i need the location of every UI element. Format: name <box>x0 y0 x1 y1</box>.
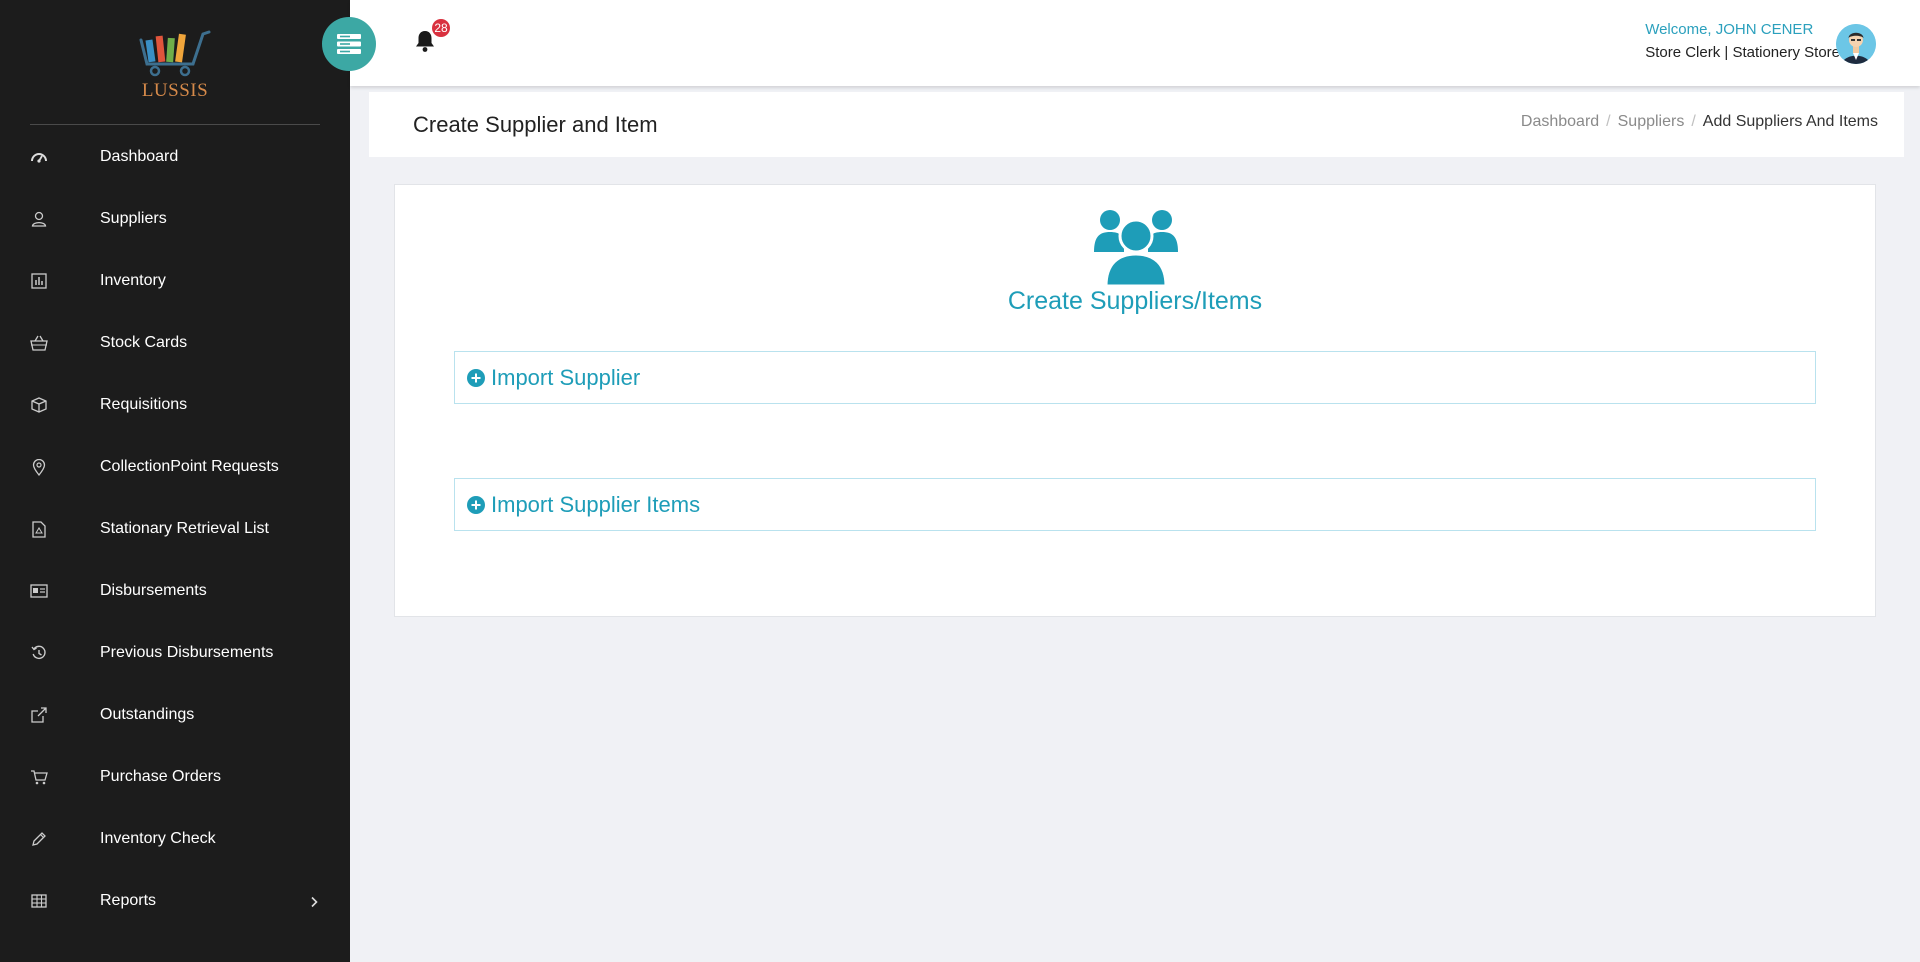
notification-count-badge: 28 <box>432 19 450 37</box>
import-supplier-panel[interactable]: Import Supplier <box>454 351 1816 404</box>
box-icon <box>30 396 48 414</box>
breadcrumb-separator: / <box>1691 113 1696 130</box>
import-supplier-label: Import Supplier <box>491 364 641 390</box>
sidebar-item-inventory-check[interactable]: Inventory Check <box>0 808 350 870</box>
external-link-icon <box>30 706 48 724</box>
logo-text: LUSSIS <box>141 80 209 101</box>
breadcrumb-separator: / <box>1606 113 1611 130</box>
users-group-icon <box>1094 208 1178 288</box>
sidebar-item-suppliers[interactable]: Suppliers <box>0 188 350 250</box>
breadcrumb-current: Add Suppliers And Items <box>1702 113 1878 130</box>
chart-box-icon <box>30 272 48 290</box>
sidebar-item-requisitions[interactable]: Requisitions <box>0 374 350 436</box>
sidebar-item-stationary-retrieval-list[interactable]: Stationary Retrieval List <box>0 498 350 560</box>
sidebar: LUSSIS Dashboard Suppliers Inventory Sto… <box>0 0 350 962</box>
table-icon <box>30 892 48 910</box>
history-icon <box>30 644 48 662</box>
sidebar-item-label: CollectionPoint Requests <box>100 458 279 475</box>
sidebar-item-label: Previous Disbursements <box>100 644 274 661</box>
sidebar-item-label: Inventory <box>100 272 166 289</box>
sidebar-divider <box>30 124 320 125</box>
plus-circle-icon <box>467 368 485 387</box>
chevron-right-icon[interactable] <box>308 895 320 908</box>
pencil-icon <box>30 830 48 848</box>
sidebar-item-purchase-orders[interactable]: Purchase Orders <box>0 746 350 808</box>
sidebar-item-disbursements[interactable]: Disbursements <box>0 560 350 622</box>
breadcrumb: Dashboard / Suppliers / Add Suppliers An… <box>1521 113 1878 131</box>
breadcrumb-dashboard[interactable]: Dashboard <box>1521 113 1599 131</box>
sidebar-item-previous-disbursements[interactable]: Previous Disbursements <box>0 622 350 684</box>
cart-icon <box>30 768 48 786</box>
import-supplier-items-label: Import Supplier Items <box>491 491 701 517</box>
breadcrumb-suppliers[interactable]: Suppliers <box>1618 113 1685 131</box>
cart-logo-icon <box>139 30 211 77</box>
user-welcome: Welcome, JOHN CENER Store Clerk | Statio… <box>1645 21 1840 61</box>
sidebar-item-label: Inventory Check <box>100 830 216 847</box>
welcome-text: Welcome, JOHN CENER <box>1645 21 1814 38</box>
sidebar-item-collectionpoint-requests[interactable]: CollectionPoint Requests <box>0 436 350 498</box>
sidebar-item-label: Stationary Retrieval List <box>100 520 269 537</box>
sidebar-item-stock-cards[interactable]: Stock Cards <box>0 312 350 374</box>
pdf-file-icon <box>30 520 48 538</box>
sidebar-item-label: Outstandings <box>100 706 195 723</box>
import-supplier-items-panel[interactable]: Import Supplier Items <box>454 478 1816 531</box>
sidebar-item-label: Stock Cards <box>100 334 188 351</box>
sidebar-item-label: Dashboard <box>100 148 179 165</box>
page-header: Create Supplier and Item Dashboard / Sup… <box>369 92 1904 157</box>
sidebar-item-inventory[interactable]: Inventory <box>0 250 350 312</box>
logo[interactable]: LUSSIS <box>130 28 220 110</box>
sidebar-item-label: Reports <box>100 892 157 909</box>
sidebar-item-label: Purchase Orders <box>100 768 221 785</box>
sidebar-item-label: Suppliers <box>100 210 167 227</box>
plus-circle-icon <box>467 495 485 514</box>
avatar[interactable] <box>1836 24 1876 64</box>
menu-icon <box>337 34 361 54</box>
card-title: Create Suppliers/Items <box>1007 287 1263 315</box>
sidebar-item-label: Requisitions <box>100 396 188 413</box>
sidebar-item-label: Disbursements <box>100 582 207 599</box>
dashboard-gauge-icon <box>30 148 48 166</box>
map-pin-icon <box>30 458 48 476</box>
page-title: Create Supplier and Item <box>413 112 658 137</box>
user-role-text: Store Clerk | Stationery Store <box>1645 44 1840 61</box>
sidebar-nav: Dashboard Suppliers Inventory Stock Card… <box>0 126 350 932</box>
sidebar-item-dashboard[interactable]: Dashboard <box>0 126 350 188</box>
sidebar-toggle-button[interactable] <box>322 17 376 71</box>
create-suppliers-card: Create Suppliers/Items Import Supplier I… <box>394 184 1876 617</box>
sidebar-item-outstandings[interactable]: Outstandings <box>0 684 350 746</box>
user-avatar-icon <box>1836 24 1876 64</box>
user-icon <box>30 210 48 228</box>
basket-icon <box>30 334 48 352</box>
sidebar-item-reports[interactable]: Reports <box>0 870 350 932</box>
id-card-icon <box>30 582 48 600</box>
